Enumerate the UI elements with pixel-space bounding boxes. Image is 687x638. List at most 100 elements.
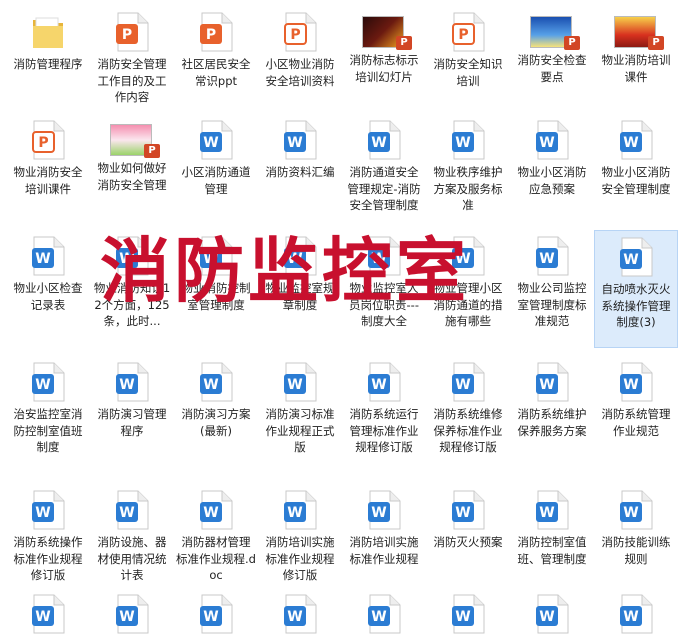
file-item[interactable]: W 自动喷水灭火系统操作管理制度(3) (594, 230, 678, 348)
file-item[interactable]: W 消防通道安全管理规定-消防安全管理制度 (342, 120, 426, 214)
file-item[interactable]: W 物业消防控制室管理制度 (174, 236, 258, 313)
file-item[interactable]: W 消防演习标准作业规程正式版 (258, 362, 342, 456)
word-document-icon: W (31, 490, 65, 530)
file-name-label: 消防安全检查要点 (517, 53, 587, 84)
file-name-label: 消防安全知识培训 (433, 57, 503, 88)
svg-text:W: W (455, 251, 470, 267)
file-item[interactable]: W 消防演习方案(最新) (174, 362, 258, 439)
word-document-icon: W (115, 362, 149, 402)
file-item[interactable]: W (594, 594, 678, 638)
word-document-icon: W (619, 237, 653, 277)
word-document-icon: W (283, 594, 317, 634)
file-name-label: 物业消防培训课件 (601, 53, 671, 84)
svg-text:W: W (539, 377, 554, 393)
file-item[interactable]: W (426, 594, 510, 638)
svg-text:W: W (539, 609, 554, 625)
word-document-icon: W (535, 594, 569, 634)
word-document-icon: W (535, 490, 569, 530)
word-document-icon: W (451, 362, 485, 402)
file-item[interactable]: W 消防系统管理作业规范 (594, 362, 678, 439)
file-item[interactable]: W 物业监控室规章制度 (258, 236, 342, 313)
svg-text:W: W (35, 377, 50, 393)
file-name-label: 消防演习管理程序 (97, 407, 167, 438)
file-item[interactable]: W 消防系统维修保养标准作业规程修订版 (426, 362, 510, 456)
svg-text:P: P (206, 27, 216, 43)
file-item[interactable]: W (510, 594, 594, 638)
svg-text:W: W (539, 251, 554, 267)
file-item[interactable]: W 小区消防通道管理 (174, 120, 258, 197)
file-item[interactable]: W 物业小区检查记录表 (6, 236, 90, 313)
file-name-label: 消防安全管理工作目的及工作内容 (97, 57, 167, 104)
svg-text:W: W (35, 609, 50, 625)
file-item[interactable]: W 消防演习管理程序 (90, 362, 174, 439)
file-item[interactable]: W 物业管理小区消防通道的措施有哪些 (426, 236, 510, 330)
file-item[interactable]: W 消防器材管理标准作业规程.doc (174, 490, 258, 584)
svg-text:W: W (455, 609, 470, 625)
file-name-label: 社区居民安全常识ppt (181, 57, 251, 88)
file-item[interactable]: P 物业消防培训课件 (594, 12, 678, 85)
file-item[interactable]: W 消防技能训练规则 (594, 490, 678, 567)
powerpoint-document-icon: P (115, 12, 149, 52)
file-item[interactable]: W 物业监控室人员岗位职责---制度大全 (342, 236, 426, 330)
file-item[interactable]: W 消防系统运行管理标准作业规程修订版 (342, 362, 426, 456)
file-item[interactable]: P 物业如何做好消防安全管理 (90, 120, 174, 193)
file-name-label: 物业监控室人员岗位职责---制度大全 (349, 281, 419, 328)
word-document-icon: W (451, 236, 485, 276)
word-document-icon: W (451, 490, 485, 530)
file-name-label: 消防培训实施标准作业规程 (349, 535, 419, 566)
word-document-icon: W (31, 236, 65, 276)
file-item[interactable]: W (258, 594, 342, 638)
file-name-label: 消防演习方案(最新) (181, 407, 251, 438)
word-document-icon: W (535, 236, 569, 276)
word-document-icon: W (367, 236, 401, 276)
word-document-icon: W (199, 120, 233, 160)
svg-text:W: W (35, 505, 50, 521)
svg-text:P: P (458, 27, 468, 43)
file-item[interactable]: W (342, 594, 426, 638)
word-document-icon: W (199, 236, 233, 276)
file-item[interactable]: W (174, 594, 258, 638)
file-item[interactable]: W (90, 594, 174, 638)
file-item[interactable]: W 消防资料汇编 (258, 120, 342, 181)
file-item[interactable]: P 消防标志标示培训幻灯片 (342, 12, 426, 85)
file-item[interactable]: W 物业小区消防应急预案 (510, 120, 594, 197)
file-name-label: 消防培训实施标准作业规程修订版 (265, 535, 335, 582)
file-item[interactable]: W 治安监控室消防控制室值班制度 (6, 362, 90, 456)
word-document-icon: W (451, 594, 485, 634)
file-item[interactable]: P 小区物业消防安全培训资料 (258, 12, 342, 89)
file-name-label: 消防系统维修保养标准作业规程修订版 (433, 407, 503, 454)
file-name-label: 自动喷水灭火系统操作管理制度(3) (601, 282, 671, 329)
file-item[interactable]: P 社区居民安全常识ppt (174, 12, 258, 89)
file-item[interactable]: W 物业消防知识12个方面，125条，此时... (90, 236, 174, 330)
svg-text:W: W (455, 377, 470, 393)
file-name-label: 消防演习标准作业规程正式版 (265, 407, 335, 454)
svg-text:W: W (371, 251, 386, 267)
svg-text:W: W (623, 377, 638, 393)
file-item[interactable]: P 消防安全知识培训 (426, 12, 510, 89)
file-item[interactable]: W 消防控制室值班、管理制度 (510, 490, 594, 567)
word-document-icon: W (535, 120, 569, 160)
file-item[interactable]: W 消防灭火预案 (426, 490, 510, 551)
file-item[interactable]: W 物业小区消防安全管理制度 (594, 120, 678, 197)
file-item[interactable]: W 物业秩序维护方案及服务标准 (426, 120, 510, 214)
word-document-icon: W (367, 594, 401, 634)
file-item[interactable]: W 消防培训实施标准作业规程修订版 (258, 490, 342, 584)
file-grid: 消防管理程序 P 消防安全管理工作目的及工作内容 P 社区居民安全常识ppt P 小区物业消… (0, 0, 687, 634)
file-item[interactable]: P 消防安全检查要点 (510, 12, 594, 85)
file-item[interactable]: W 消防培训实施标准作业规程 (342, 490, 426, 567)
slide-thumbnail-icon: P (510, 16, 594, 50)
file-item[interactable]: W (6, 594, 90, 638)
file-item[interactable]: W 消防系统操作标准作业规程修订版 (6, 490, 90, 584)
file-item[interactable]: 消防管理程序 (6, 12, 90, 73)
svg-text:W: W (287, 609, 302, 625)
svg-text:W: W (371, 135, 386, 151)
file-item[interactable]: P 消防安全管理工作目的及工作内容 (90, 12, 174, 106)
word-document-icon: W (367, 120, 401, 160)
file-item[interactable]: P 物业消防安全培训课件 (6, 120, 90, 197)
file-item[interactable]: W 消防系统维护保养服务方案 (510, 362, 594, 439)
file-name-label: 消防管理程序 (13, 57, 83, 71)
file-item[interactable]: W 物业公司监控室管理制度标准规范 (510, 236, 594, 330)
ppt-badge-icon: P (396, 36, 412, 50)
file-item[interactable]: W 消防设施、器材使用情况统计表 (90, 490, 174, 584)
word-document-icon: W (199, 594, 233, 634)
